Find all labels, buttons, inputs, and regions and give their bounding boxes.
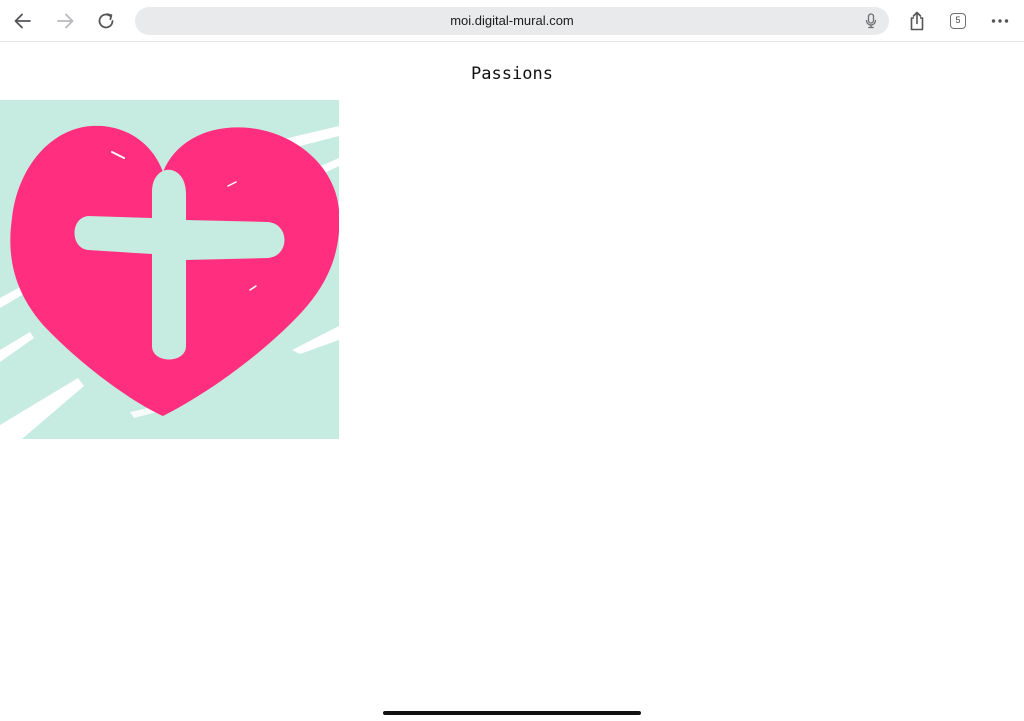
share-button[interactable] [902,6,932,36]
share-icon [910,11,924,31]
tabs-button[interactable]: 5 [943,6,973,36]
passion-heart-image[interactable] [0,100,339,439]
page-title: Passions [471,64,553,84]
url-text[interactable]: moi.digital-mural.com [135,7,889,35]
more-dots-icon [991,19,1009,23]
reload-button[interactable] [91,6,121,36]
more-button[interactable] [985,6,1015,36]
home-indicator[interactable] [383,711,641,715]
tabs-icon: 5 [950,13,966,29]
address-bar[interactable]: moi.digital-mural.com [135,7,889,35]
browser-toolbar: moi.digital-mural.com 5 [0,0,1024,42]
microphone-icon [865,13,877,29]
microphone-button[interactable] [861,11,881,31]
back-button[interactable] [8,6,38,36]
arrow-left-icon [14,13,31,29]
reload-icon [98,13,114,29]
arrow-right-icon [57,13,74,29]
forward-button[interactable] [50,6,80,36]
